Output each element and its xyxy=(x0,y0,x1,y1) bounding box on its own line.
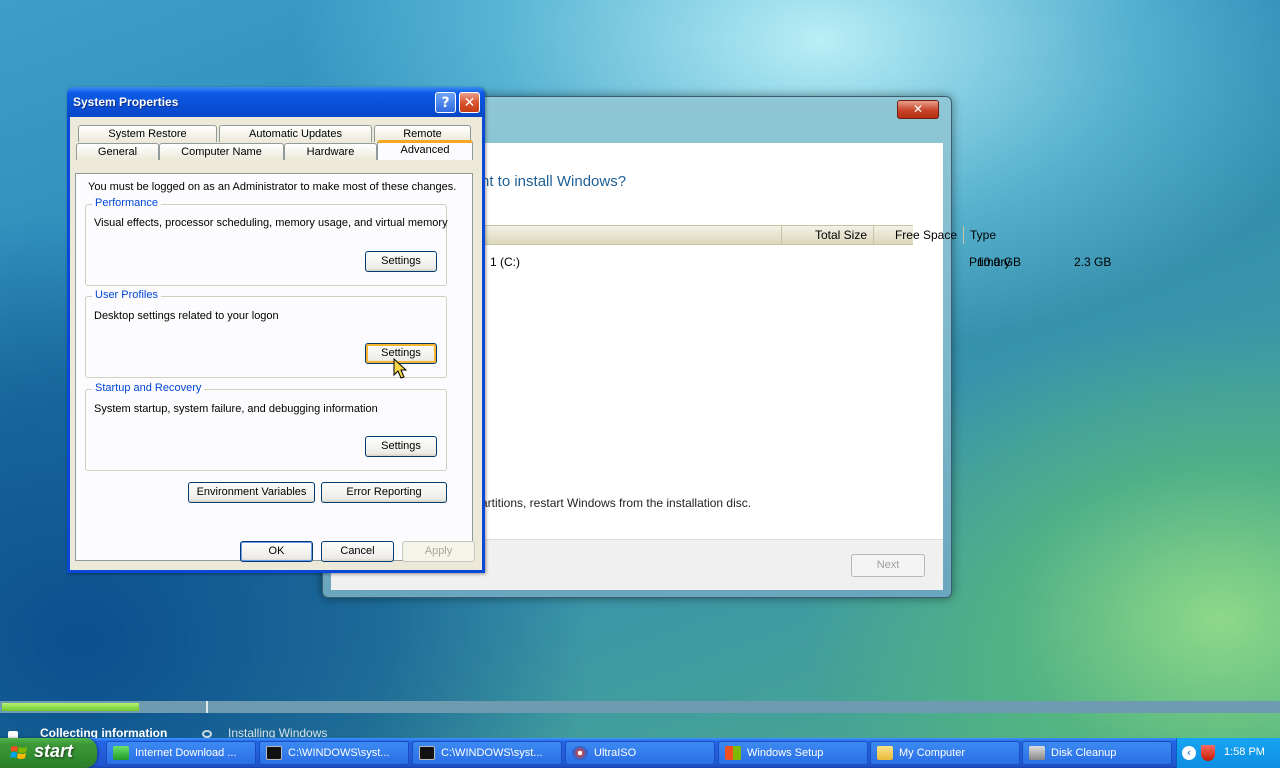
command-prompt-icon xyxy=(419,746,435,760)
task-label: Windows Setup xyxy=(747,747,824,759)
admin-intro-text: You must be logged on as an Administrato… xyxy=(88,181,457,193)
setup-progress-fill xyxy=(2,703,139,711)
clock[interactable]: 1:58 PM xyxy=(1224,746,1265,758)
next-button[interactable]: Next xyxy=(851,554,925,577)
tab-hardware[interactable]: Hardware xyxy=(284,143,377,160)
folder-icon xyxy=(877,746,893,760)
user-profiles-legend: User Profiles xyxy=(92,289,161,301)
ok-button[interactable]: OK xyxy=(240,541,313,562)
disk-cleanup-icon xyxy=(1029,746,1045,760)
user-profiles-description: Desktop settings related to your logon xyxy=(94,310,279,322)
partition-list[interactable]: Total Size Free Space Type 1 (C:) 10.0 G… xyxy=(481,225,1111,429)
setup-progress-bar xyxy=(0,701,1280,713)
startup-recovery-group: Startup and Recovery System startup, sys… xyxy=(85,382,447,471)
tab-advanced[interactable]: Advanced xyxy=(377,140,473,160)
environment-variables-button[interactable]: Environment Variables xyxy=(188,482,315,503)
performance-settings-button[interactable]: Settings xyxy=(365,251,437,272)
performance-description: Visual effects, processor scheduling, me… xyxy=(94,217,448,229)
command-prompt-icon xyxy=(266,746,282,760)
startup-recovery-description: System startup, system failure, and debu… xyxy=(94,403,378,415)
task-command-prompt-2[interactable]: C:\WINDOWS\syst... xyxy=(412,741,562,765)
task-label: C:\WINDOWS\syst... xyxy=(288,747,390,759)
windows-logo-icon xyxy=(10,746,27,759)
error-reporting-button[interactable]: Error Reporting xyxy=(321,482,447,503)
partition-free-space: 2.3 GB xyxy=(1074,255,1112,269)
task-disk-cleanup[interactable]: Disk Cleanup xyxy=(1022,741,1172,765)
task-command-prompt-1[interactable]: C:\WINDOWS\syst... xyxy=(259,741,409,765)
title-bar[interactable]: System Properties ? ✕ xyxy=(67,87,485,117)
partition-name: 1 (C:) xyxy=(490,255,520,269)
advanced-tab-panel: You must be logged on as an Administrato… xyxy=(75,173,473,561)
performance-group: Performance Visual effects, processor sc… xyxy=(85,197,448,286)
setup-instruction-text: artitions, restart Windows from the inst… xyxy=(481,496,752,510)
close-button[interactable]: ✕ xyxy=(459,92,480,113)
task-windows-setup[interactable]: Windows Setup xyxy=(718,741,868,765)
partition-list-header: Total Size Free Space Type xyxy=(481,225,996,245)
setup-progress-separator xyxy=(206,701,208,713)
cancel-button[interactable]: Cancel xyxy=(321,541,394,562)
task-label: UltraISO xyxy=(594,747,637,759)
ultraiso-icon xyxy=(572,746,588,760)
dialog-client: System Restore Automatic Updates Remote … xyxy=(70,117,482,570)
help-button[interactable]: ? xyxy=(435,92,456,113)
setup-question-heading: nt to install Windows? xyxy=(481,173,627,190)
setup-close-button[interactable]: ✕ xyxy=(897,100,939,119)
system-properties-dialog: System Properties ? ✕ System Restore Aut… xyxy=(67,87,485,573)
task-label: Disk Cleanup xyxy=(1051,747,1117,759)
task-label: C:\WINDOWS\syst... xyxy=(441,747,543,759)
column-total-size[interactable]: Total Size xyxy=(781,226,873,244)
windows-setup-icon xyxy=(725,746,741,760)
column-type[interactable]: Type xyxy=(963,226,1063,244)
startup-recovery-legend: Startup and Recovery xyxy=(92,382,205,394)
mouse-pointer-icon xyxy=(393,358,407,379)
task-my-computer[interactable]: My Computer xyxy=(870,741,1020,765)
taskbar: start Internet Download ... C:\WINDOWS\s… xyxy=(0,738,1280,768)
table-row[interactable]: 1 (C:) 10.0 GB 2.3 GB Primary xyxy=(481,251,1111,271)
start-button[interactable]: start xyxy=(0,738,97,768)
partition-type: Primary xyxy=(969,255,1011,269)
task-internet-download-manager[interactable]: Internet Download ... xyxy=(106,741,256,765)
tab-system-restore[interactable]: System Restore xyxy=(78,125,217,142)
step-pending-icon xyxy=(202,730,212,738)
task-ultraiso[interactable]: UltraISO xyxy=(565,741,715,765)
download-manager-icon xyxy=(113,746,129,760)
dialog-title: System Properties xyxy=(73,95,179,109)
column-free-space[interactable]: Free Space xyxy=(873,226,963,244)
performance-legend: Performance xyxy=(92,197,161,209)
tab-automatic-updates[interactable]: Automatic Updates xyxy=(219,125,372,142)
show-hidden-icons-icon[interactable]: ‹ xyxy=(1182,746,1196,760)
tab-general[interactable]: General xyxy=(76,143,159,160)
tab-computer-name[interactable]: Computer Name xyxy=(159,143,284,160)
task-label: My Computer xyxy=(899,747,966,759)
startup-recovery-settings-button[interactable]: Settings xyxy=(365,436,437,457)
security-shield-icon[interactable] xyxy=(1201,745,1215,761)
task-label: Internet Download ... xyxy=(135,747,237,759)
start-label: start xyxy=(34,741,74,761)
apply-button[interactable]: Apply xyxy=(402,541,475,562)
